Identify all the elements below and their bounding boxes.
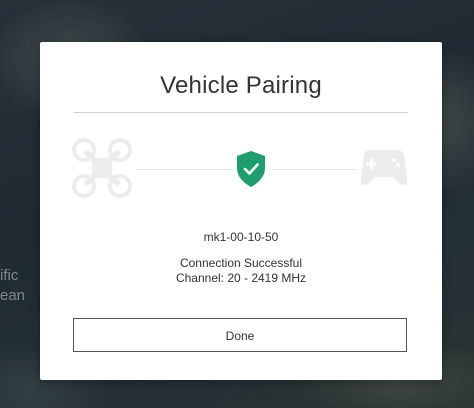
shield-check-icon bbox=[237, 151, 265, 187]
device-id: mk1-00-10-50 bbox=[203, 230, 279, 244]
channel-line: Channel: 20 - 2419 MHz bbox=[175, 271, 307, 285]
vehicle-pairing-dialog: Vehicle Pairing mk1-00-10-50 Connection … bbox=[40, 42, 442, 380]
status-line: Connection Successful bbox=[179, 256, 303, 270]
map-label: ific ean bbox=[0, 266, 25, 306]
dialog-title: Vehicle Pairing bbox=[160, 72, 322, 99]
done-button[interactable]: Done bbox=[73, 318, 407, 352]
title-divider bbox=[74, 112, 408, 113]
link-line-right bbox=[270, 169, 356, 170]
map-label-text: ific ean bbox=[0, 267, 26, 304]
link-line-left bbox=[136, 169, 232, 170]
controller-icon bbox=[360, 150, 408, 186]
connection-status: Connection Successful Channel: 20 - 2419… bbox=[40, 256, 442, 286]
drone-icon bbox=[72, 138, 132, 198]
pairing-status-row bbox=[40, 134, 442, 204]
